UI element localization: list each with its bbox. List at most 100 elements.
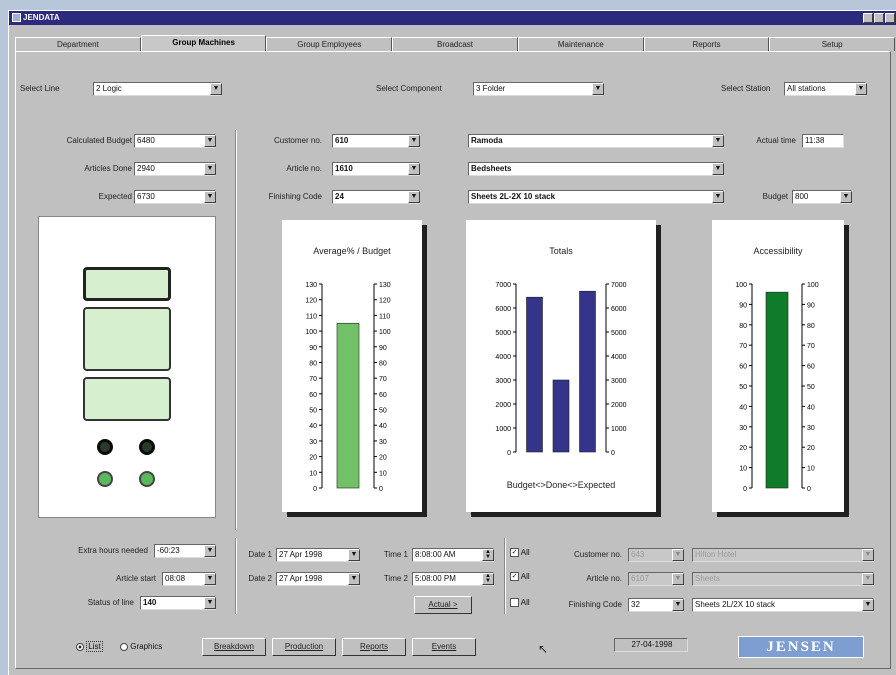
filter-finishing-name[interactable]: Sheets 2L/2X 10 stack — [692, 598, 874, 612]
y-tick-label-left: 10 — [309, 470, 317, 477]
actual-button[interactable]: Actual > — [414, 596, 472, 614]
graphics-radio[interactable]: Graphics — [120, 642, 162, 651]
tab-department[interactable]: Department — [15, 37, 141, 51]
tab-broadcast[interactable]: Broadcast — [392, 37, 518, 51]
y-tick-label-right: 2000 — [611, 402, 627, 409]
production-button[interactable]: Production — [272, 638, 336, 656]
tab-maintenance[interactable]: Maintenance — [517, 37, 644, 51]
y-tick-label-right: 20 — [807, 445, 815, 452]
actual-time-label: Actual time — [756, 136, 796, 145]
all-finishing-checkbox[interactable]: All — [510, 598, 530, 608]
chevron-down-icon[interactable]: ▼ — [855, 83, 867, 95]
y-tick-label-right: 60 — [807, 364, 815, 371]
divider — [504, 538, 506, 614]
filter-article-name[interactable]: Sheets — [692, 572, 874, 586]
y-tick-label-left: 70 — [739, 343, 747, 350]
chevron-down-icon[interactable]: ▼ — [672, 599, 684, 611]
y-tick-label-left: 3000 — [495, 378, 511, 385]
finishing-code-field[interactable]: 24 — [332, 190, 420, 204]
breakdown-button[interactable]: Breakdown — [202, 638, 266, 656]
filter-customer-name[interactable]: Hilton Hotel — [692, 548, 874, 562]
y-tick-label-right: 6000 — [611, 306, 627, 313]
select-component-dropdown[interactable]: 3 Folder — [473, 82, 603, 96]
chevron-down-icon[interactable]: ▼ — [408, 163, 420, 175]
y-tick-label-left: 50 — [309, 408, 317, 415]
checkbox-checked-icon[interactable]: ✓ — [510, 548, 519, 558]
calc-budget-label: Calculated Budget — [66, 136, 132, 145]
date-display: 27-04-1998 — [614, 638, 688, 652]
chevron-down-icon[interactable]: ▼ — [408, 191, 420, 203]
chevron-down-icon[interactable]: ▼ — [204, 545, 216, 557]
radio-selected-icon[interactable] — [76, 642, 84, 651]
avg-budget-plot: 130 130120 120110 110100 10090 9080 8070 7060 60… — [305, 282, 390, 493]
chevron-down-icon[interactable]: ▼ — [712, 135, 724, 147]
y-tick-label-left: 110 — [306, 313, 317, 320]
expected-label: Expected — [98, 192, 132, 201]
finishing-name-field[interactable]: Sheets 2L-2X 10 stack — [468, 190, 724, 204]
radio-empty-icon[interactable] — [120, 642, 128, 651]
chevron-down-icon[interactable]: ▼ — [348, 549, 360, 561]
chart-bar — [765, 291, 789, 489]
article-no-field[interactable]: 1610 — [332, 162, 420, 176]
articles-done-label: Articles Done — [84, 164, 132, 173]
chevron-down-icon[interactable]: ▼ — [408, 135, 420, 147]
minimize-button[interactable] — [863, 13, 873, 23]
chevron-down-icon[interactable]: ▼ — [204, 573, 216, 585]
tab-reports[interactable]: Reports — [643, 37, 770, 51]
chevron-down-icon[interactable]: ▼ — [204, 135, 216, 147]
list-radio[interactable]: List — [76, 641, 103, 652]
customer-no-field[interactable]: 610 — [332, 134, 420, 148]
chevron-down-icon[interactable]: ▼ — [672, 573, 684, 585]
machine-indicator — [97, 439, 113, 455]
chevron-down-icon[interactable]: ▼ — [204, 191, 216, 203]
chevron-down-icon[interactable]: ▼ — [862, 599, 874, 611]
y-tick-label-left: 120 — [305, 298, 317, 305]
mouse-cursor-icon: ↖ — [538, 642, 549, 656]
checkbox-empty-icon[interactable] — [510, 598, 519, 608]
checkbox-checked-icon[interactable]: ✓ — [510, 572, 519, 582]
chart-bar — [579, 290, 596, 453]
chevron-down-icon[interactable]: ▼ — [592, 83, 604, 95]
time1-label: Time 1 — [383, 550, 408, 559]
customer-name-field[interactable]: Ramoda — [468, 134, 724, 148]
y-tick-label-right: 50 — [379, 408, 387, 415]
events-button[interactable]: Events — [412, 638, 476, 656]
chevron-down-icon[interactable]: ▼ — [348, 573, 360, 585]
finishing-code-label: Finishing Code — [268, 192, 322, 201]
chevron-down-icon[interactable]: ▼ — [840, 191, 852, 203]
y-tick-label-left: 90 — [739, 302, 747, 309]
all-article-checkbox[interactable]: ✓ All — [510, 572, 530, 582]
chevron-down-icon[interactable]: ▼ — [210, 83, 222, 95]
chevron-down-icon[interactable]: ▼ — [862, 549, 874, 561]
chevron-down-icon[interactable]: ▼ — [712, 191, 724, 203]
list-label: List — [86, 641, 103, 652]
chevron-down-icon[interactable]: ▼ — [204, 163, 216, 175]
chevron-down-icon[interactable]: ▼ — [712, 163, 724, 175]
chevron-down-icon[interactable]: ▼ — [672, 549, 684, 561]
reports-button[interactable]: Reports — [342, 638, 406, 656]
chevron-down-icon[interactable]: ▼ — [862, 573, 874, 585]
article-name-field[interactable]: Bedsheets — [468, 162, 724, 176]
machine-module-top — [83, 267, 171, 301]
close-button[interactable] — [885, 13, 895, 23]
filter-article-label: Article no. — [586, 574, 622, 583]
tab-setup[interactable]: Setup — [769, 37, 896, 51]
tab-bar: Department Group Machines Group Employee… — [15, 35, 896, 51]
tab-group-machines[interactable]: Group Machines — [140, 35, 267, 51]
select-line-dropdown[interactable]: 2 Logic — [93, 82, 221, 96]
select-station-dropdown[interactable]: All stations — [784, 82, 866, 96]
time-spinner-icon[interactable]: ▲ ▼ — [482, 573, 494, 585]
chevron-down-icon[interactable]: ▼ — [204, 597, 216, 609]
maximize-button[interactable] — [874, 13, 884, 23]
y-tick-label-left: 1000 — [495, 426, 511, 433]
y-tick-label-left: 6000 — [495, 306, 511, 313]
time-spinner-icon[interactable]: ▲ ▼ — [482, 549, 494, 561]
machine-module-middle — [83, 307, 171, 371]
y-tick-label-left: 70 — [309, 376, 317, 383]
y-tick-label-right: 80 — [379, 360, 387, 367]
graphics-label: Graphics — [130, 642, 163, 651]
all-customer-checkbox[interactable]: ✓ All — [510, 548, 530, 558]
tab-group-employees[interactable]: Group Employees — [266, 37, 393, 51]
y-tick-label-left: 20 — [309, 455, 317, 462]
y-tick-label-left: 40 — [309, 423, 317, 430]
